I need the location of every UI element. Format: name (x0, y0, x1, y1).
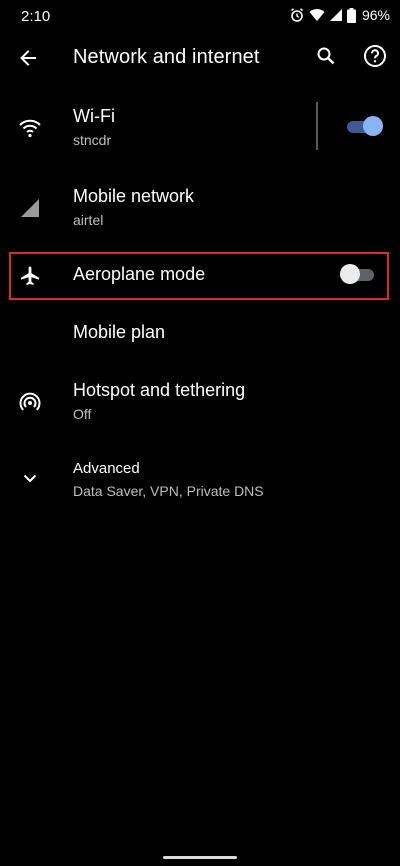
advanced-title: Advanced (73, 460, 140, 477)
mobile-plan-title: Mobile plan (73, 322, 166, 342)
search-icon (316, 46, 336, 71)
back-button[interactable] (14, 46, 42, 74)
hotspot-row[interactable]: Hotspot and tethering Off (0, 370, 400, 430)
mobile-network-title: Mobile network (73, 186, 195, 206)
chevron-down-icon (16, 464, 44, 492)
cellular-signal-icon (16, 194, 44, 222)
mobile-network-row[interactable]: Mobile network airtel (0, 176, 400, 236)
battery-icon (346, 7, 356, 23)
mobile-network-carrier: airtel (73, 212, 104, 228)
hotspot-status: Off (73, 406, 92, 422)
wifi-row[interactable]: Wi-Fi stncdr (0, 96, 400, 156)
alarm-icon (289, 7, 305, 23)
status-icons: 96% (289, 7, 390, 23)
battery-percentage: 96% (361, 7, 390, 23)
advanced-row[interactable]: Advanced Data Saver, VPN, Private DNS (0, 452, 400, 508)
home-indicator[interactable] (163, 856, 237, 859)
wifi-icon (16, 114, 44, 142)
status-bar: 2:10 96% (0, 0, 400, 34)
app-bar: Network and internet (0, 34, 400, 84)
arrow-left-icon (18, 48, 38, 73)
highlight-box (9, 252, 389, 300)
mobile-plan-row[interactable]: Mobile plan (0, 310, 400, 358)
signal-icon (329, 8, 343, 22)
help-button[interactable] (361, 44, 389, 72)
hotspot-icon (16, 388, 44, 416)
search-button[interactable] (312, 44, 340, 72)
advanced-summary: Data Saver, VPN, Private DNS (73, 483, 264, 499)
status-time: 2:10 (21, 8, 51, 25)
hotspot-title: Hotspot and tethering (73, 380, 246, 400)
wifi-network-name: stncdr (73, 132, 112, 148)
help-icon (363, 44, 387, 73)
wifi-toggle[interactable] (347, 116, 383, 136)
wifi-toggle-thumb (363, 116, 383, 136)
wifi-divider (316, 102, 318, 150)
wifi-icon (309, 8, 325, 22)
wifi-title: Wi-Fi (73, 106, 115, 126)
page-title: Network and internet (73, 46, 260, 68)
